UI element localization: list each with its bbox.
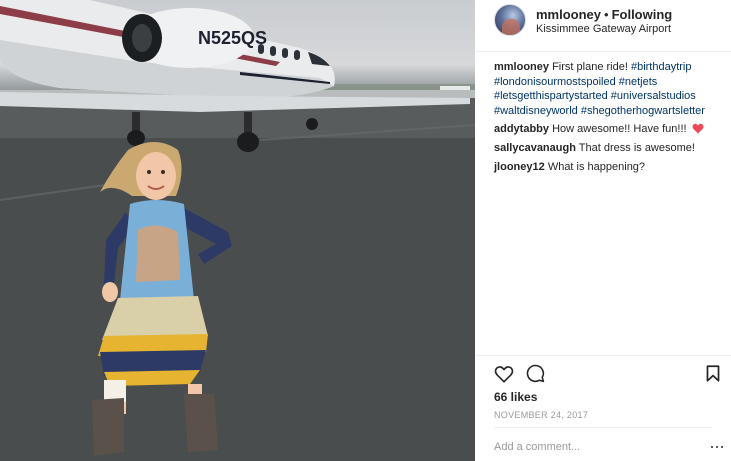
comment-username[interactable]: jlooney12 [494, 161, 545, 173]
author-username[interactable]: mmlooney [536, 7, 601, 22]
hashtag[interactable]: #waltdisneyworld [494, 105, 578, 117]
hashtag[interactable]: #universalstudios [611, 90, 696, 102]
actions-divider [475, 355, 731, 356]
post-date[interactable]: NOVEMBER 24, 2017 [494, 410, 588, 420]
comment-username[interactable]: addytabby [494, 123, 549, 135]
comment-item: addytabby How awesome!! Have fun!!! [494, 122, 720, 137]
comment-username[interactable]: sallycavanaugh [494, 142, 576, 154]
hashtag[interactable]: #netjets [619, 76, 658, 88]
location-link[interactable]: Kissimmee Gateway Airport [536, 23, 671, 35]
post-photo[interactable]: N525QS [0, 0, 475, 461]
comment-bubble-icon[interactable] [526, 364, 545, 383]
heart-outline-icon[interactable] [494, 365, 514, 383]
avatar[interactable] [494, 4, 526, 36]
author-line: mmlooney • Following [536, 7, 672, 22]
caption-text: First plane ride! [552, 61, 628, 73]
comment-divider [494, 427, 712, 428]
post-header: mmlooney • Following Kissimmee Gateway Air… [475, 0, 731, 52]
plane-registration: N525QS [198, 28, 267, 48]
bookmark-icon[interactable] [706, 365, 720, 382]
comment-item: jlooney12 What is happening? [494, 160, 720, 175]
red-heart-icon [692, 124, 704, 134]
post-side-panel: mmlooney • Following Kissimmee Gateway Air… [475, 0, 731, 461]
comment-text: That dress is awesome! [578, 141, 695, 154]
comments-list: mmlooney First plane ride! #birthdaytrip… [494, 60, 720, 178]
separator-dot: • [604, 7, 609, 22]
photo-scene: N525QS [0, 0, 475, 461]
hashtag[interactable]: #shegotherhogwartsletter [581, 105, 705, 117]
hashtag[interactable]: #birthdaytrip [631, 61, 692, 73]
ellipsis-icon[interactable] [711, 443, 725, 451]
hashtag[interactable]: #londonisourmostspoiled [494, 76, 616, 88]
hashtag[interactable]: #letsgetthispartystarted [494, 90, 608, 102]
comment-item: sallycavanaugh That dress is awesome! [494, 141, 720, 156]
caption-username[interactable]: mmlooney [494, 61, 549, 73]
follow-status-button[interactable]: Following [612, 7, 673, 22]
comment-text: What is happening? [547, 160, 646, 173]
caption: mmlooney First plane ride! #birthdaytrip… [494, 60, 720, 118]
likes-count[interactable]: 66 likes [494, 390, 537, 404]
add-comment-input[interactable] [494, 438, 684, 456]
comment-text: How awesome!! Have fun!!! [552, 123, 687, 136]
